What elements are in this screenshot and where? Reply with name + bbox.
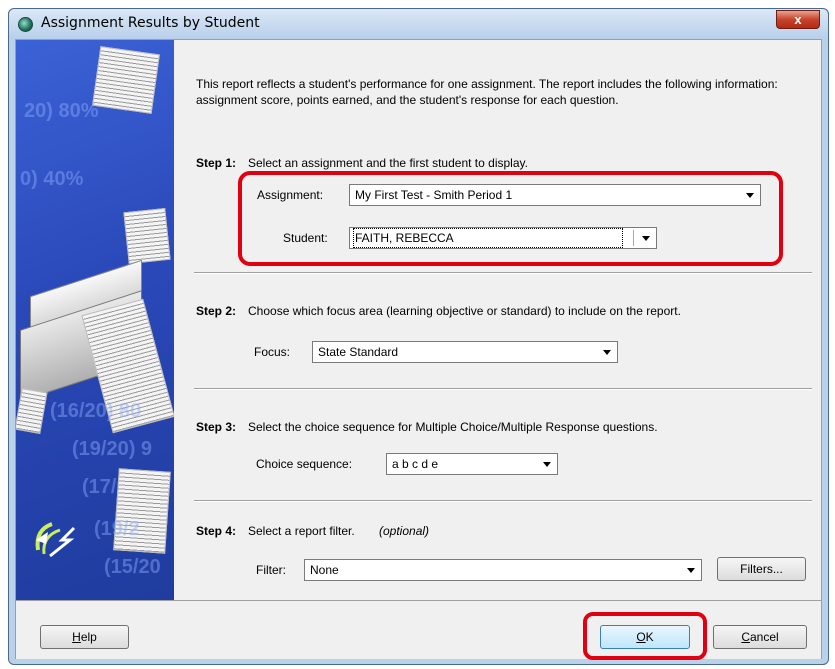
step3-text: Select the choice sequence for Multiple …	[248, 420, 658, 434]
choice-sequence-value: a b c d e	[392, 457, 439, 471]
side-illustration: 20) 80% 0) 40% (16/20) 80 (19/20) 9 (17/…	[16, 40, 174, 600]
highlight-box-step1	[238, 171, 783, 266]
help-label-rest: elp	[80, 630, 97, 644]
choice-sequence-select[interactable]: a b c d e	[386, 453, 558, 475]
report-paper-image	[16, 388, 48, 434]
close-button[interactable]: x	[776, 10, 820, 29]
step2-text: Choose which focus area (learning object…	[248, 304, 681, 318]
window-title: Assignment Results by Student	[41, 15, 260, 31]
section-divider	[194, 388, 812, 390]
chevron-down-icon	[543, 462, 551, 467]
choice-sequence-label: Choice sequence:	[256, 457, 353, 471]
filter-value: None	[310, 563, 339, 577]
ghost-score-text: (15/20	[104, 556, 161, 578]
intro-text: This report reflects a student's perform…	[196, 77, 778, 107]
step4-heading: Step 4:	[196, 524, 237, 538]
dialog-window: Assignment Results by Student x 20) 80% …	[8, 8, 829, 665]
focus-select[interactable]: State Standard	[312, 341, 618, 363]
step1-text: Select an assignment and the first stude…	[248, 156, 528, 170]
step2-heading: Step 2:	[196, 304, 237, 318]
section-divider	[194, 272, 812, 274]
app-icon	[18, 17, 33, 32]
ghost-score-text: 20) 80%	[24, 100, 99, 122]
filters-button[interactable]: Filters...	[717, 557, 806, 581]
cancel-label-rest: ancel	[749, 630, 779, 644]
step3-heading: Step 3:	[196, 420, 237, 434]
logo-icon	[35, 522, 76, 558]
ghost-score-text: 0) 40%	[20, 168, 84, 190]
step4-optional-note: (optional)	[379, 524, 430, 538]
dialog-client-area: 20) 80% 0) 40% (16/20) 80 (19/20) 9 (17/…	[15, 39, 822, 660]
cancel-accelerator: C	[741, 630, 750, 644]
highlight-box-ok	[583, 612, 707, 660]
help-button[interactable]: Help	[40, 625, 129, 649]
help-accelerator: H	[72, 630, 81, 644]
report-paper-image	[123, 207, 171, 265]
chevron-down-icon	[687, 568, 695, 573]
focus-value: State Standard	[318, 345, 399, 359]
section-divider	[194, 500, 812, 502]
ghost-score-text: (19/20) 9	[72, 438, 153, 460]
title-bar[interactable]: Assignment Results by Student x	[9, 9, 828, 39]
filter-select[interactable]: None	[304, 559, 702, 581]
filter-label: Filter:	[256, 563, 286, 577]
cancel-button[interactable]: Cancel	[713, 625, 807, 649]
report-paper-image	[92, 46, 160, 114]
ghost-score-text: (19/2	[94, 518, 140, 540]
step1-heading: Step 1:	[196, 156, 237, 170]
chevron-down-icon	[603, 350, 611, 355]
focus-label: Focus:	[254, 345, 291, 359]
step4-text: Select a report filter.	[248, 524, 355, 538]
ghost-score-text: (16/20) 80	[50, 400, 142, 422]
